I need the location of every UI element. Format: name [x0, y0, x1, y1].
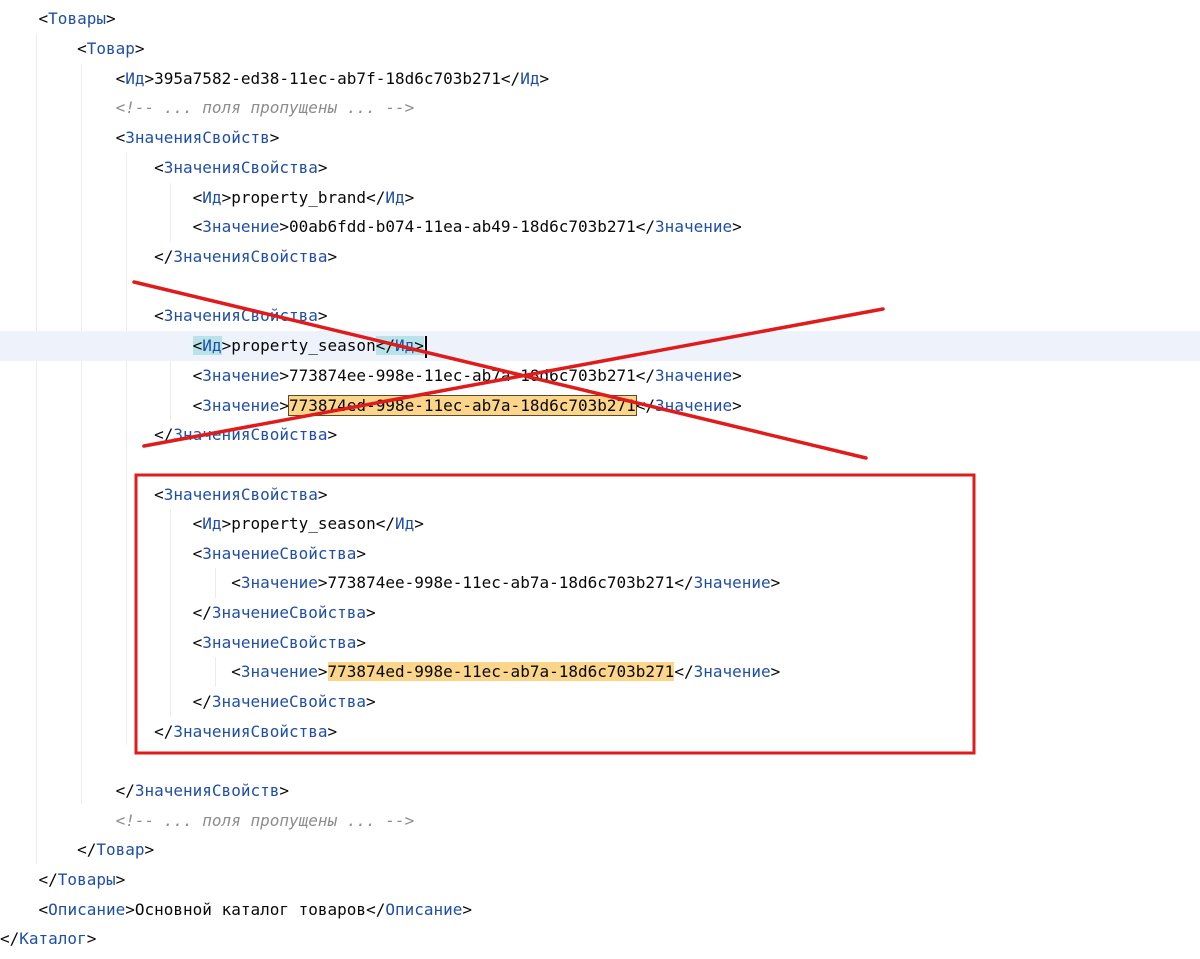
annotation-layer	[132, 280, 976, 755]
xml-editor[interactable]: <Товары> <Товар> <Ид>395a7582-ed38-11ec-…	[0, 0, 1200, 959]
strike-line	[132, 280, 868, 460]
strike-line	[142, 307, 885, 448]
highlight-box	[134, 473, 976, 755]
